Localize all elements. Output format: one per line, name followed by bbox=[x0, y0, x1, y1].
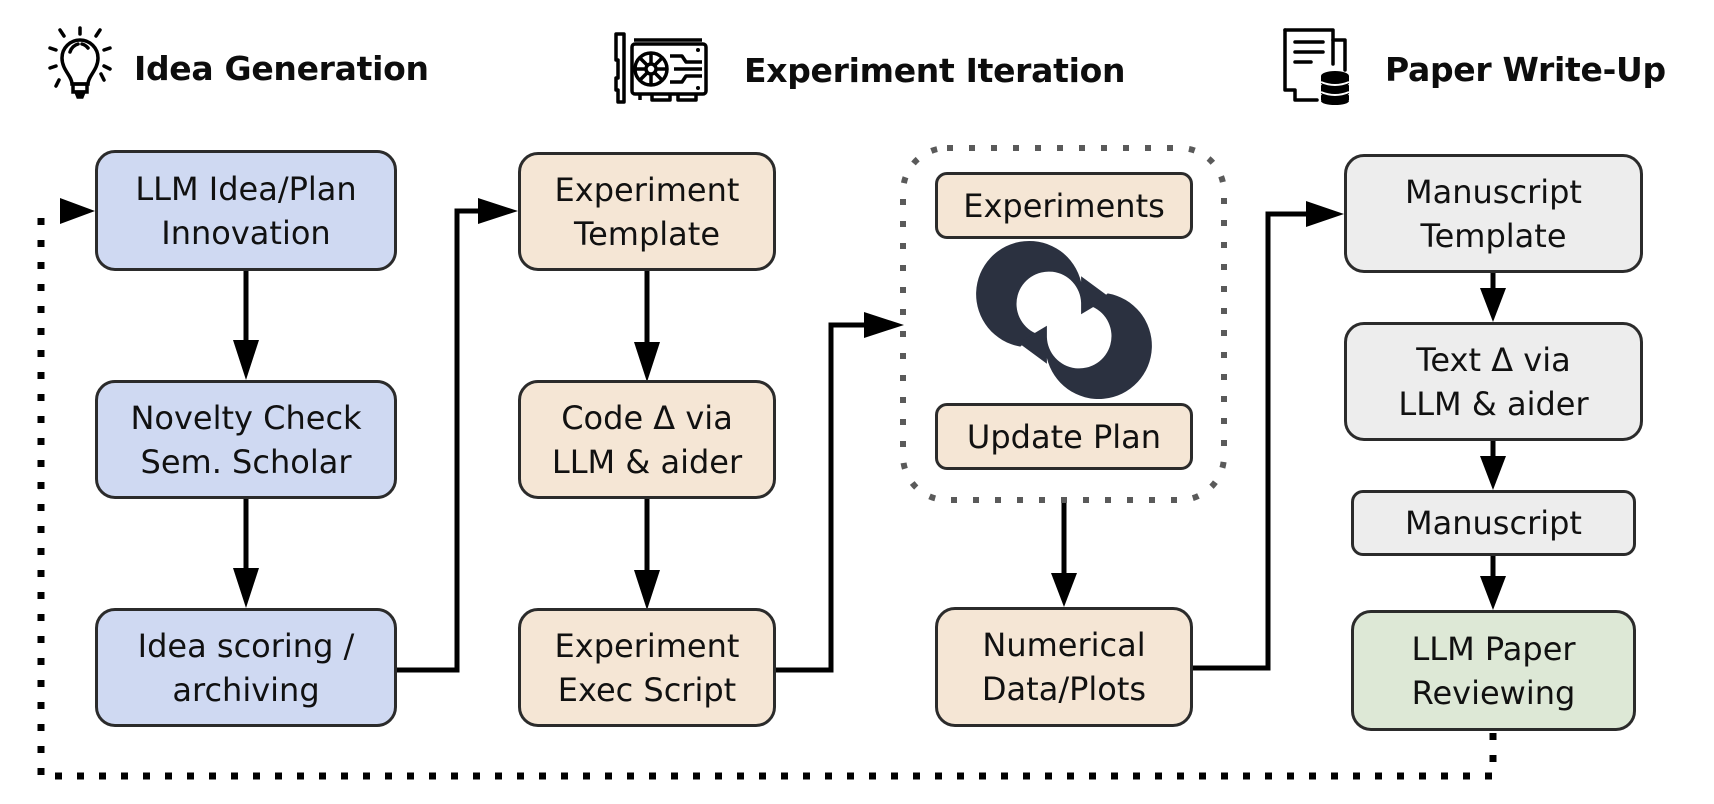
arrowhead bbox=[1480, 288, 1506, 322]
node-manuscript-template: Manuscript Template bbox=[1344, 154, 1643, 273]
arrowhead bbox=[233, 568, 259, 608]
node-experiment-template: Experiment Template bbox=[518, 152, 776, 271]
node-llm-idea-plan-innovation: LLM Idea/Plan Innovation bbox=[95, 150, 397, 271]
arrowhead bbox=[1306, 201, 1344, 227]
node-llm-paper-reviewing: LLM Paper Reviewing bbox=[1351, 610, 1636, 731]
node-experiments: Experiments bbox=[935, 172, 1193, 239]
arrowhead bbox=[1051, 573, 1077, 607]
arrowhead bbox=[864, 312, 904, 338]
arrow-exec-to-loop bbox=[776, 322, 866, 673]
node-code-delta: Code Δ via LLM & aider bbox=[518, 380, 776, 499]
arrowhead bbox=[233, 340, 259, 380]
arrow-numerical-to-manuscript-template bbox=[1193, 211, 1306, 671]
node-numerical-data-plots: Numerical Data/Plots bbox=[935, 607, 1193, 727]
cycle-arrows-icon bbox=[976, 240, 1152, 400]
arrowhead bbox=[634, 342, 660, 382]
node-idea-scoring: Idea scoring / archiving bbox=[95, 608, 397, 727]
node-manuscript: Manuscript bbox=[1351, 490, 1636, 556]
arrowhead bbox=[634, 570, 660, 610]
arrowhead bbox=[1480, 456, 1506, 490]
node-experiment-exec-script: Experiment Exec Script bbox=[518, 608, 776, 727]
arrowhead bbox=[1480, 576, 1506, 610]
node-novelty-check: Novelty Check Sem. Scholar bbox=[95, 380, 397, 499]
node-update-plan: Update Plan bbox=[935, 403, 1193, 470]
arrow-scoring-to-experiment-template bbox=[397, 208, 480, 673]
node-text-delta: Text Δ via LLM & aider bbox=[1344, 322, 1643, 441]
arrowhead bbox=[60, 198, 95, 224]
arrowhead bbox=[478, 198, 518, 224]
